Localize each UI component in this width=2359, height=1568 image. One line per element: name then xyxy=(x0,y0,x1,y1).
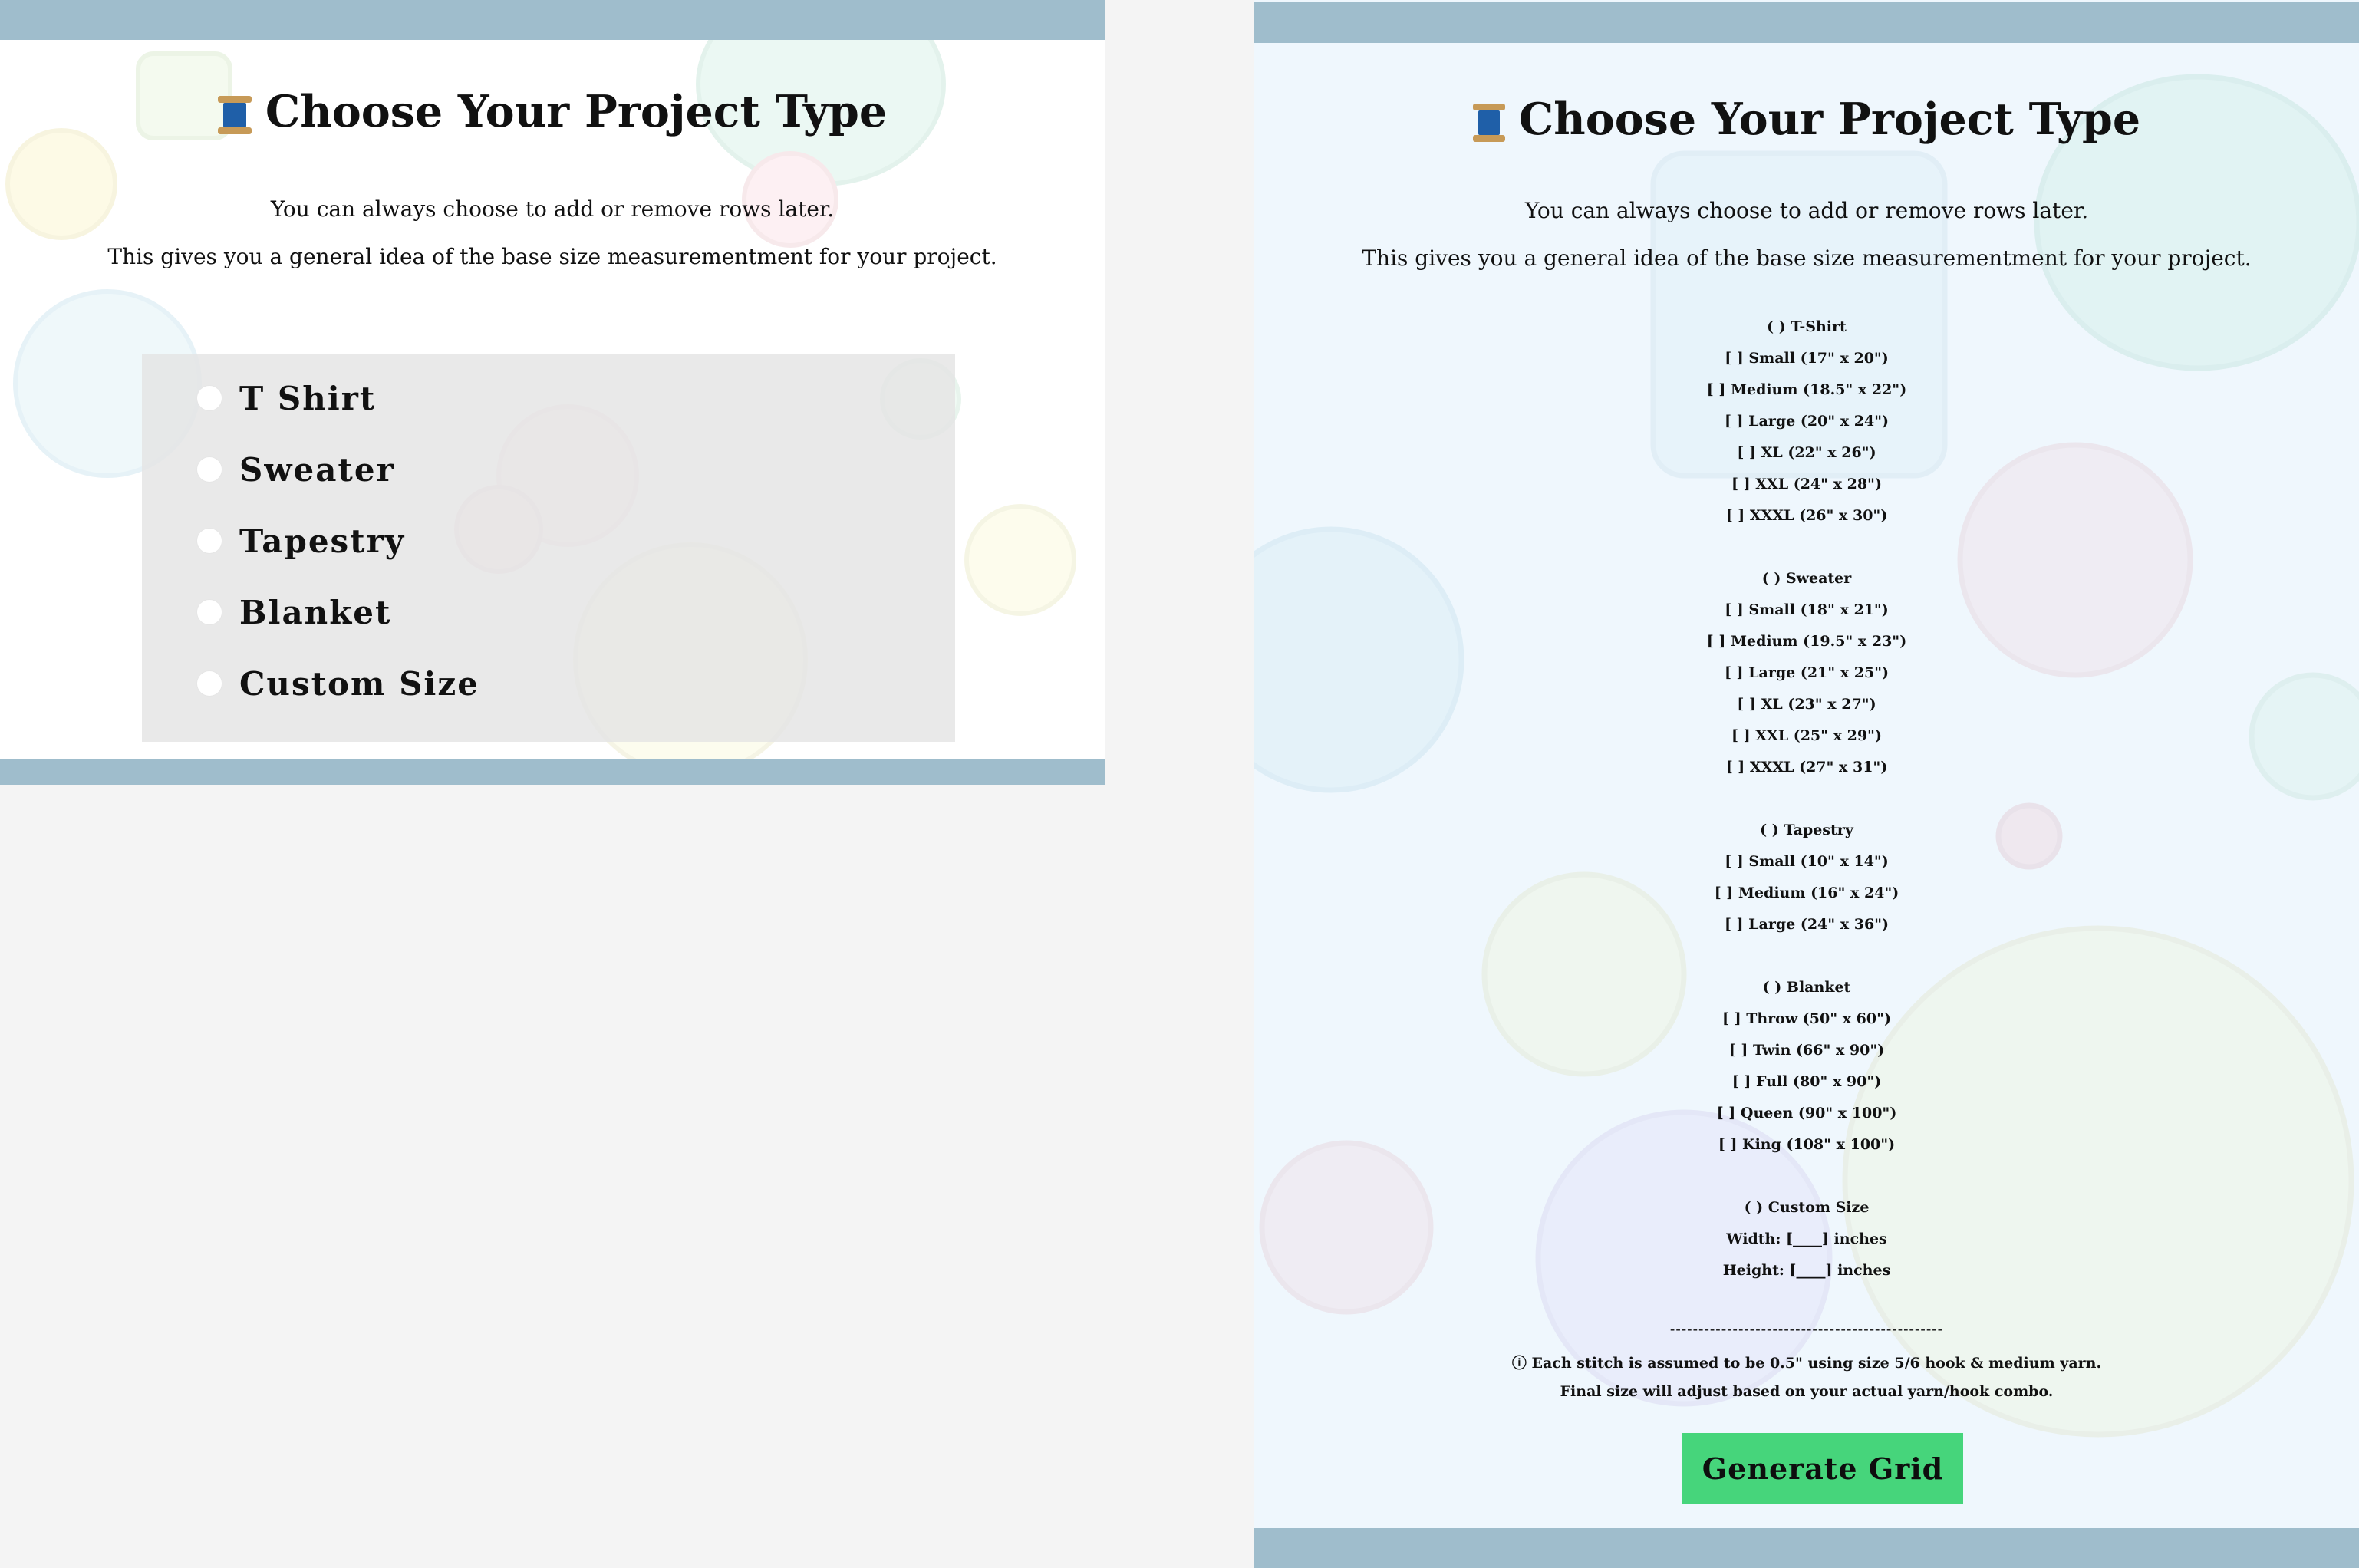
option-custom-size[interactable]: Custom Size xyxy=(197,662,479,705)
left-panel: Choose Your Project Type You can always … xyxy=(0,0,1105,785)
option-sweater[interactable]: Sweater xyxy=(197,448,395,491)
subtitle-line-2: This gives you a general idea of the bas… xyxy=(107,244,997,269)
subtitle-line-1: You can always choose to add or remove r… xyxy=(270,196,835,222)
page-title: Choose Your Project Type xyxy=(1518,94,2141,145)
radio-button-icon[interactable] xyxy=(197,457,222,482)
generate-grid-button[interactable]: Generate Grid xyxy=(1682,1433,1963,1504)
divider: ----------------------------------------… xyxy=(1669,1321,1944,1338)
blanket-size-twin[interactable]: [ ] Twin (66" x 90") xyxy=(1254,1035,2359,1066)
spool-of-thread-icon xyxy=(217,96,252,134)
final-size-note: Final size will adjust based on your act… xyxy=(1560,1383,2054,1400)
tapestry-size-large[interactable]: [ ] Large (24" x 36") xyxy=(1254,909,2359,940)
top-bar xyxy=(0,0,1105,40)
sweater-size-large[interactable]: [ ] Large (21" x 25") xyxy=(1254,657,2359,689)
stitch-size-note: ⓘ Each stitch is assumed to be 0.5" usin… xyxy=(1511,1355,2102,1372)
tshirt-size-large[interactable]: [ ] Large (20" x 24") xyxy=(1254,406,2359,437)
option-label: Sweater xyxy=(239,450,395,489)
bottom-bar xyxy=(1254,1528,2359,1568)
radio-button-icon[interactable] xyxy=(197,529,222,553)
subtitle-line-2: This gives you a general idea of the bas… xyxy=(1362,245,2252,271)
blanket-size-queen[interactable]: [ ] Queen (90" x 100") xyxy=(1254,1098,2359,1129)
right-panel: Choose Your Project Type You can always … xyxy=(1254,0,2359,1568)
tapestry-size-medium[interactable]: [ ] Medium (16" x 24") xyxy=(1254,878,2359,909)
size-selection-list: ( ) T-Shirt [ ] Small (17" x 20") [ ] Me… xyxy=(1254,311,2359,1286)
title-row: Choose Your Project Type xyxy=(0,86,1105,137)
option-t-shirt[interactable]: T Shirt xyxy=(197,377,376,420)
sweater-radio-option[interactable]: ( ) Sweater xyxy=(1254,563,2359,595)
title-row: Choose Your Project Type xyxy=(1254,94,2359,145)
option-tapestry[interactable]: Tapestry xyxy=(197,519,405,562)
option-label: Tapestry xyxy=(239,522,406,560)
option-label: Custom Size xyxy=(239,664,479,703)
spool-of-thread-icon xyxy=(1472,104,1505,142)
blanket-size-throw[interactable]: [ ] Throw (50" x 60") xyxy=(1254,1003,2359,1035)
blanket-radio-option[interactable]: ( ) Blanket xyxy=(1254,972,2359,1003)
page-title: Choose Your Project Type xyxy=(265,86,888,137)
radio-button-icon[interactable] xyxy=(197,600,222,624)
sweater-size-xxl[interactable]: [ ] XXL (25" x 29") xyxy=(1254,720,2359,752)
option-label: Blanket xyxy=(239,593,392,631)
top-bar xyxy=(1254,2,2359,43)
custom-height-field[interactable]: Height: [____] inches xyxy=(1254,1255,2359,1286)
radio-button-icon[interactable] xyxy=(197,386,222,410)
custom-width-field[interactable]: Width: [____] inches xyxy=(1254,1224,2359,1255)
tshirt-size-xxl[interactable]: [ ] XXL (24" x 28") xyxy=(1254,469,2359,500)
sweater-size-xxxl[interactable]: [ ] XXXL (27" x 31") xyxy=(1254,752,2359,783)
tshirt-size-xl[interactable]: [ ] XL (22" x 26") xyxy=(1254,437,2359,469)
option-label: T Shirt xyxy=(239,379,377,417)
sweater-size-small[interactable]: [ ] Small (18" x 21") xyxy=(1254,595,2359,626)
sweater-size-medium[interactable]: [ ] Medium (19.5" x 23") xyxy=(1254,626,2359,657)
radio-button-icon[interactable] xyxy=(197,671,222,696)
tshirt-size-small[interactable]: [ ] Small (17" x 20") xyxy=(1254,343,2359,374)
tapestry-size-small[interactable]: [ ] Small (10" x 14") xyxy=(1254,846,2359,878)
custom-size-radio-option[interactable]: ( ) Custom Size xyxy=(1254,1192,2359,1224)
option-blanket[interactable]: Blanket xyxy=(197,591,391,634)
blanket-size-full[interactable]: [ ] Full (80" x 90") xyxy=(1254,1066,2359,1098)
blanket-size-king[interactable]: [ ] King (108" x 100") xyxy=(1254,1129,2359,1161)
sweater-size-xl[interactable]: [ ] XL (23" x 27") xyxy=(1254,689,2359,720)
tshirt-size-medium[interactable]: [ ] Medium (18.5" x 22") xyxy=(1254,374,2359,406)
tshirt-size-xxxl[interactable]: [ ] XXXL (26" x 30") xyxy=(1254,500,2359,532)
subtitle-line-1: You can always choose to add or remove r… xyxy=(1524,198,2089,223)
bottom-bar xyxy=(0,759,1105,785)
project-type-options: T Shirt Sweater Tapestry Blanket Custom … xyxy=(142,354,955,742)
tapestry-radio-option[interactable]: ( ) Tapestry xyxy=(1254,815,2359,846)
tshirt-radio-option[interactable]: ( ) T-Shirt xyxy=(1254,311,2359,343)
